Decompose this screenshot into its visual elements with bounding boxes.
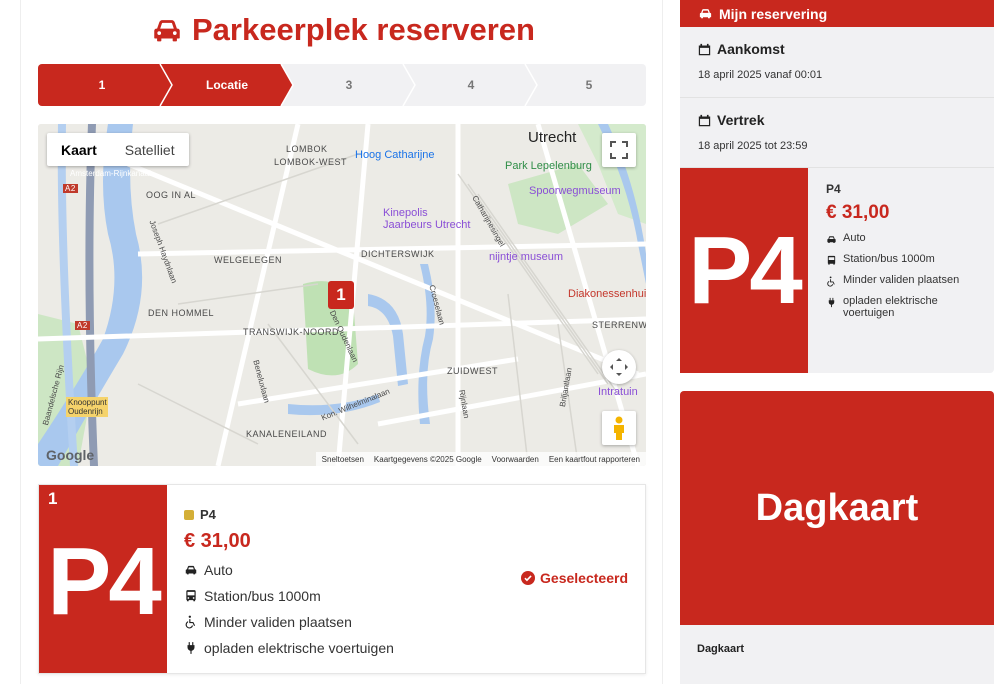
map-type-satellite-button[interactable]: Satelliet xyxy=(111,133,189,166)
map-data-text: Kaartgegevens ©2025 Google xyxy=(373,454,482,464)
page-title-text: Parkeerplek reserveren xyxy=(192,12,535,47)
map-label-jaarbeurs: Jaarbeurs Utrecht xyxy=(383,219,471,231)
page-title: Parkeerplek reserveren xyxy=(21,12,664,48)
map-marker[interactable]: 1 xyxy=(328,281,354,309)
arrival-block: Aankomst 18 april 2025 vanaf 00:01 xyxy=(680,27,994,98)
map-label-knooppunt: Knooppunt Oudenrijn xyxy=(66,397,108,417)
parking-badge-text: P4 xyxy=(47,528,161,635)
map-label-lombok-west: LOMBOK-WEST xyxy=(274,157,348,167)
parking-name: P4 xyxy=(184,507,394,522)
map-label-den-hommel: DEN HOMMEL xyxy=(148,308,215,318)
fullscreen-button[interactable] xyxy=(602,133,636,167)
street-view-button[interactable] xyxy=(602,411,636,445)
reservation-parking-card: P4 P4 € 31,00 Auto Station/bus 1000m Min… xyxy=(680,168,994,373)
step-5[interactable]: 5 xyxy=(532,64,646,106)
reservation-parking-info: P4 € 31,00 Auto Station/bus 1000m Minder… xyxy=(826,182,986,319)
google-logo: Google xyxy=(46,447,95,463)
parking-badge: 1 P4 xyxy=(39,485,167,673)
car-icon xyxy=(699,9,712,19)
ticket-label: Dagkaart xyxy=(697,643,745,655)
map-type-control: Kaart Satelliet xyxy=(47,133,189,166)
departure-value: 18 april 2025 tot 23:59 xyxy=(698,140,808,152)
car-icon xyxy=(827,236,836,243)
pegman-icon xyxy=(614,416,624,440)
plug-icon xyxy=(187,642,195,654)
map-label-dichterswijk: DICHTERSWIJK xyxy=(361,249,435,259)
selected-status[interactable]: Geselecteerd xyxy=(521,570,628,586)
map-label-lombok: LOMBOK xyxy=(286,144,328,154)
map-label-intratuin: Intratuin xyxy=(598,386,638,398)
map-label-oog-in-al: OOG IN AL xyxy=(146,190,197,200)
step-4[interactable]: 4 xyxy=(410,64,532,106)
map-shortcuts-link[interactable]: Sneltoetsen xyxy=(322,455,364,464)
map-pan-button[interactable] xyxy=(602,350,636,384)
map-label-sterrenwijk: STERRENWIJK xyxy=(592,320,646,330)
fullscreen-icon xyxy=(610,141,628,159)
map-label-hoog-catharijne: Hoog Catharijne xyxy=(355,149,435,161)
ticket-card: Dagkaart Dagkaart xyxy=(680,391,994,684)
stepper: 1 Locatie 3 4 5 xyxy=(38,64,646,106)
map-label-spoorwegmuseum: Spoorwegmuseum xyxy=(529,185,621,197)
feature-station-bus: Station/bus 1000m xyxy=(184,587,394,605)
map-type-map-button[interactable]: Kaart xyxy=(47,133,111,166)
reservation-header: Mijn reservering xyxy=(680,0,994,27)
marker-dot-icon xyxy=(184,510,194,520)
plug-icon xyxy=(828,297,835,308)
map-label-park-lepelenburg: Park Lepelenburg xyxy=(505,160,592,172)
parking-info: P4 € 31,00 Auto Station/bus 1000m Minder… xyxy=(184,507,394,657)
car-icon xyxy=(185,565,197,575)
reservation-sidebar: Mijn reservering Aankomst 18 april 2025 … xyxy=(680,0,994,684)
map-footer: Sneltoetsen Kaartgegevens ©2025 Google V… xyxy=(315,452,646,466)
arrival-value: 18 april 2025 vanaf 00:01 xyxy=(698,69,823,81)
map-label-kinepolis: Kinepolis xyxy=(383,207,428,219)
reservation-feature-accessible: Minder validen plaatsen xyxy=(826,274,986,287)
reservation-parking-badge: P4 xyxy=(680,168,808,373)
map-label-diakonessenhuis: Diakonessenhuis xyxy=(568,288,646,300)
map[interactable]: Utrecht LOMBOK LOMBOK-WEST Hoog Catharij… xyxy=(38,124,646,466)
map-label-nijntje: nijntje museum xyxy=(489,251,563,263)
bus-icon xyxy=(827,255,836,265)
parking-price: € 31,00 xyxy=(184,530,251,552)
departure-label: Vertrek xyxy=(698,112,994,128)
parking-option-card[interactable]: 1 P4 P4 € 31,00 Auto Station/bus 1000m M… xyxy=(38,484,646,674)
map-label-a2-mid: A2 xyxy=(75,321,90,330)
map-label-kanaleneiland: KANALENEILAND xyxy=(246,429,328,439)
calendar-icon xyxy=(698,114,711,126)
main-column: Parkeerplek reserveren 1 Locatie 3 4 5 U… xyxy=(20,0,663,684)
feature-ev-charging: opladen elektrische voertuigen xyxy=(184,639,394,657)
wheelchair-icon xyxy=(185,615,196,629)
parking-number: 1 xyxy=(48,489,58,508)
reservation-feature-station-bus: Station/bus 1000m xyxy=(826,253,986,266)
wheelchair-icon xyxy=(827,276,835,287)
reservation-parking-price: € 31,00 xyxy=(826,202,890,223)
arrival-label: Aankomst xyxy=(698,41,994,57)
step-1[interactable]: 1 xyxy=(38,64,166,106)
feature-car: Auto xyxy=(184,561,394,579)
check-circle-icon xyxy=(521,571,536,585)
feature-accessible: Minder validen plaatsen xyxy=(184,613,394,631)
step-3[interactable]: 3 xyxy=(288,64,410,106)
reservation-feature-ev-charging: opladen elektrische voertuigen xyxy=(826,295,986,319)
step-location[interactable]: Locatie xyxy=(166,64,288,106)
departure-block: Vertrek 18 april 2025 tot 23:59 xyxy=(680,98,994,168)
map-label-welgelegen: WELGELEGEN xyxy=(214,255,283,265)
map-terms-link[interactable]: Voorwaarden xyxy=(492,455,539,464)
ticket-badge: Dagkaart xyxy=(680,391,994,625)
map-label-transwijk-noord: TRANSWIJK-NOORD xyxy=(243,327,339,337)
bus-icon xyxy=(186,590,196,602)
calendar-icon xyxy=(698,43,711,55)
map-label-utrecht: Utrecht xyxy=(528,129,577,146)
car-icon xyxy=(154,20,180,42)
reservation-feature-car: Auto xyxy=(826,232,986,245)
page: Parkeerplek reserveren 1 Locatie 3 4 5 U… xyxy=(0,0,1000,684)
pan-arrows-icon xyxy=(610,358,628,376)
reservation-parking-name: P4 xyxy=(826,182,841,196)
map-label-a2-top: A2 xyxy=(63,184,78,193)
map-label-amsterdam-rijnkanaal: Amsterdam-Rijnkanaal xyxy=(70,169,151,178)
map-label-zuidwest: ZUIDWEST xyxy=(447,366,498,376)
map-report-link[interactable]: Een kaartfout rapporteren xyxy=(549,455,640,464)
